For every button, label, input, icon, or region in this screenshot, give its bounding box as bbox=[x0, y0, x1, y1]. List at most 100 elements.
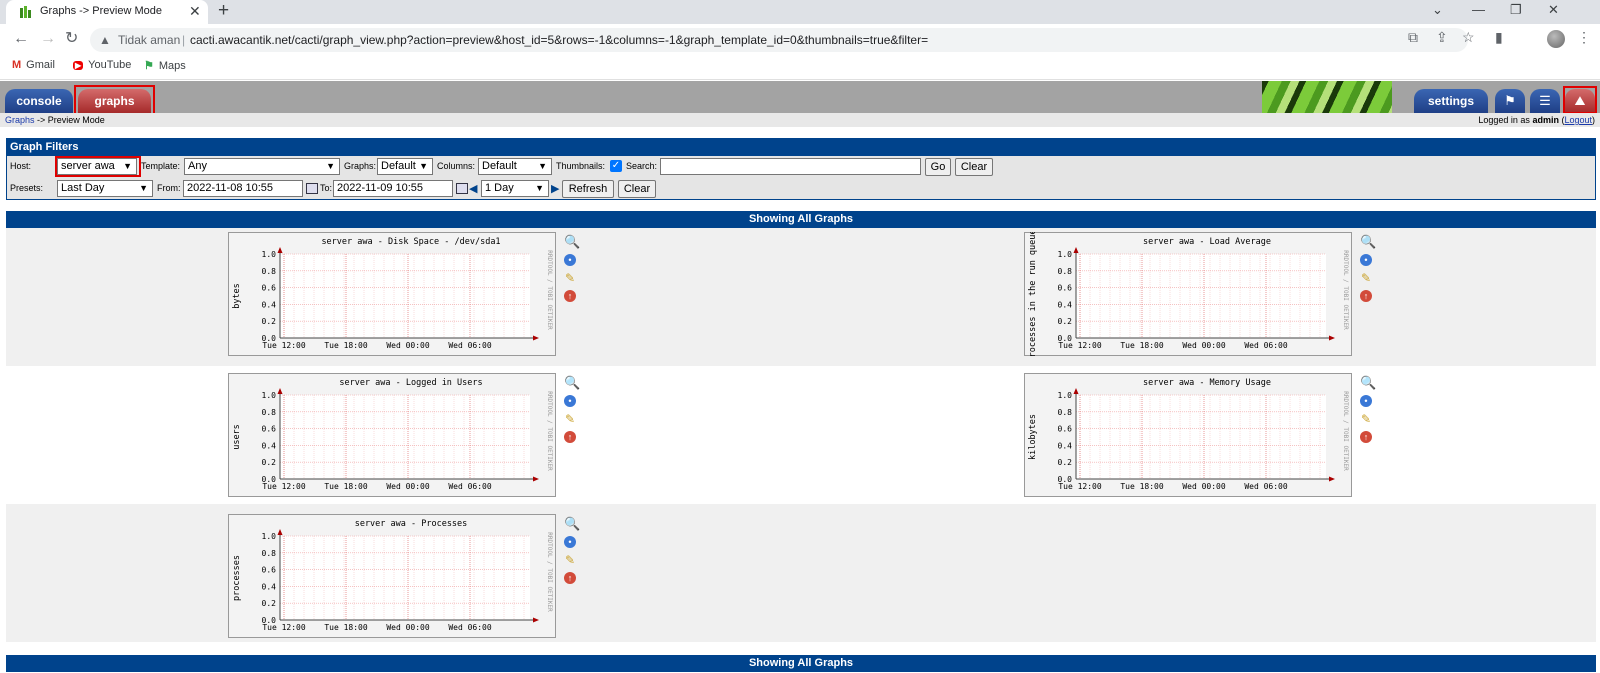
url-text[interactable]: cacti.awacantik.net/cacti/graph_view.php… bbox=[190, 33, 928, 47]
properties-icon[interactable]: • bbox=[1360, 254, 1372, 266]
profile-avatar[interactable] bbox=[1547, 30, 1565, 48]
zoom-icon[interactable]: 🔍 bbox=[1360, 235, 1376, 248]
forward-icon[interactable]: → bbox=[40, 30, 56, 48]
close-tab-icon[interactable]: ✕ bbox=[189, 3, 201, 19]
edit-wrench-icon[interactable]: ✎ bbox=[564, 272, 576, 284]
remove-icon[interactable]: ↑ bbox=[564, 572, 576, 584]
translate-icon[interactable]: ⧉ bbox=[1408, 29, 1418, 45]
go-button[interactable]: Go bbox=[925, 158, 951, 176]
y-tick-label: 0.4 bbox=[1058, 441, 1073, 450]
x-tick-label: Tue 18:00 bbox=[324, 341, 368, 350]
chevron-down-icon: ▼ bbox=[538, 161, 547, 171]
graphs-select[interactable]: Default ▼ bbox=[377, 158, 433, 175]
y-axis-label: users bbox=[232, 424, 242, 450]
refresh-button[interactable]: Refresh bbox=[562, 180, 614, 198]
graph-image[interactable]: 0.00.20.40.60.81.0Tue 12:00 Tue 18:00 Wed … bbox=[1024, 373, 1352, 497]
rrdtool-watermark: RRDTOOL / TOBI OETIKER bbox=[546, 391, 553, 471]
columns-select[interactable]: Default ▼ bbox=[478, 158, 552, 175]
thumbnails-label: Thumbnails: bbox=[556, 161, 606, 171]
minimize-icon[interactable]: — bbox=[1472, 2, 1485, 18]
y-tick-label: 0.2 bbox=[262, 599, 277, 608]
properties-icon[interactable]: • bbox=[1360, 395, 1372, 407]
edit-wrench-icon[interactable]: ✎ bbox=[1360, 413, 1372, 425]
x-tick-label: Wed 00:00 bbox=[1182, 341, 1226, 350]
bookmark-star-icon[interactable]: ☆ bbox=[1462, 29, 1475, 45]
template-select[interactable]: Any ▼ bbox=[184, 158, 340, 175]
remove-icon[interactable]: ↑ bbox=[564, 290, 576, 302]
warning-icon[interactable]: ▲ bbox=[99, 33, 111, 47]
edit-wrench-icon[interactable]: ✎ bbox=[564, 554, 576, 566]
back-icon[interactable]: ← bbox=[13, 30, 29, 48]
graph-image[interactable]: 0.00.20.40.60.81.0Tue 12:00 Tue 18:00 Wed … bbox=[228, 373, 556, 497]
remove-icon[interactable]: ↑ bbox=[1360, 290, 1372, 302]
clear-time-button[interactable]: Clear bbox=[618, 180, 656, 198]
search-input[interactable] bbox=[660, 158, 921, 175]
timeshift-select[interactable]: 1 Day ▼ bbox=[481, 180, 549, 197]
close-window-icon[interactable]: ✕ bbox=[1548, 2, 1559, 18]
security-label[interactable]: Tidak aman bbox=[118, 33, 180, 47]
omnibox[interactable]: ▲ Tidak aman | cacti.awacantik.net/cacti… bbox=[90, 28, 1468, 52]
y-tick-label: 1.0 bbox=[1058, 391, 1073, 400]
graph-thumbnail[interactable]: 0.0 0.2 0.4 0.6 0.8 1.0 Tue 12:00 Tue 18:00 Wed … bbox=[1024, 232, 1352, 356]
shift-right-icon[interactable]: ▶ bbox=[551, 182, 559, 195]
zoom-icon[interactable]: 🔍 bbox=[1360, 376, 1376, 389]
y-axis-label: kilobytes bbox=[1028, 414, 1038, 460]
presets-select[interactable]: Last Day ▼ bbox=[57, 180, 153, 197]
graph-thumbnail[interactable]: 0.0 0.2 0.4 0.6 0.8 1.0 Tue 12:00 Tue 18:00 Wed … bbox=[228, 373, 556, 497]
youtube-icon: ▶ bbox=[73, 61, 84, 70]
graph-thumbnail[interactable]: 0.0 0.2 0.4 0.6 0.8 1.0 Tue 12:00 Tue 18:00 Wed … bbox=[1024, 373, 1352, 497]
logout-link[interactable]: Logout bbox=[1564, 115, 1592, 125]
list-view-icon[interactable]: ☰ bbox=[1530, 89, 1560, 113]
reload-icon[interactable]: ↻ bbox=[65, 30, 78, 48]
new-tab-icon[interactable]: + bbox=[218, 1, 229, 21]
graph-action-icons: 🔍 • ✎ ↑ bbox=[564, 235, 580, 308]
zoom-icon[interactable]: 🔍 bbox=[564, 235, 580, 248]
side-panel-icon[interactable]: ▮ bbox=[1495, 29, 1503, 45]
zoom-icon[interactable]: 🔍 bbox=[564, 517, 580, 530]
calendar-to-icon[interactable] bbox=[456, 183, 468, 194]
maps-icon: ⚑ bbox=[144, 60, 154, 72]
highlight-box-graphs bbox=[74, 85, 155, 115]
properties-icon[interactable]: • bbox=[564, 536, 576, 548]
y-tick-label: 1.0 bbox=[262, 391, 277, 400]
x-tick-label: Tue 12:00 bbox=[1058, 482, 1102, 491]
graph-thumbnail[interactable]: 0.0 0.2 0.4 0.6 0.8 1.0 Tue 12:00 Tue 18:00 Wed … bbox=[228, 232, 556, 356]
bookmark-gmail[interactable]: M Gmail bbox=[12, 59, 55, 71]
graph-image[interactable]: 0.00.20.40.60.81.0Tue 12:00 Tue 18:00 Wed … bbox=[228, 514, 556, 638]
calendar-from-icon[interactable] bbox=[306, 183, 318, 194]
from-date-input[interactable]: 2022-11-08 10:55 bbox=[183, 180, 303, 197]
browser-tab[interactable]: Graphs -> Preview Mode ✕ bbox=[6, 0, 208, 24]
to-date-input[interactable]: 2022-11-09 10:55 bbox=[333, 180, 453, 197]
edit-wrench-icon[interactable]: ✎ bbox=[564, 413, 576, 425]
tree-view-icon[interactable]: ⚑ bbox=[1495, 89, 1525, 113]
tab-console[interactable]: console bbox=[5, 89, 73, 113]
shift-left-icon[interactable]: ◀ bbox=[469, 182, 477, 195]
rrdtool-watermark: RRDTOOL / TOBI OETIKER bbox=[1342, 250, 1349, 330]
thumbnails-checkbox[interactable]: ✓ bbox=[610, 160, 622, 172]
restore-icon[interactable]: ❐ bbox=[1510, 2, 1522, 18]
bookmark-youtube[interactable]: ▶ YouTube bbox=[73, 59, 131, 71]
menu-kebab-icon[interactable]: ⋮ bbox=[1577, 29, 1591, 45]
x-tick-label: Wed 06:00 bbox=[448, 482, 492, 491]
edit-wrench-icon[interactable]: ✎ bbox=[1360, 272, 1372, 284]
graph-canvas bbox=[280, 254, 530, 338]
breadcrumb-graphs-link[interactable]: Graphs bbox=[5, 115, 35, 125]
bookmark-maps[interactable]: ⚑ Maps bbox=[144, 59, 186, 72]
graph-action-icons: 🔍 • ✎ ↑ bbox=[564, 376, 580, 449]
bookmarks-bar: M Gmail ▶ YouTube ⚑ Maps bbox=[0, 54, 1600, 80]
graph-thumbnail[interactable]: 0.0 0.2 0.4 0.6 0.8 1.0 Tue 12:00 Tue 18:00 Wed … bbox=[228, 514, 556, 638]
showing-all-graphs-header: Showing All Graphs bbox=[6, 211, 1596, 228]
tab-search-icon[interactable]: ⌄ bbox=[1432, 2, 1443, 18]
rrdtool-watermark: RRDTOOL / TOBI OETIKER bbox=[546, 250, 553, 330]
remove-icon[interactable]: ↑ bbox=[564, 431, 576, 443]
properties-icon[interactable]: • bbox=[564, 395, 576, 407]
properties-icon[interactable]: • bbox=[564, 254, 576, 266]
graph-image[interactable]: 0.00.20.40.60.81.0Tue 12:00 Tue 18:00 Wed … bbox=[228, 232, 556, 356]
clear-button[interactable]: Clear bbox=[955, 158, 993, 176]
zoom-icon[interactable]: 🔍 bbox=[564, 376, 580, 389]
share-icon[interactable]: ⇪ bbox=[1436, 29, 1448, 45]
graph-action-icons: 🔍 • ✎ ↑ bbox=[1360, 235, 1376, 308]
graph-image[interactable]: 0.00.20.40.60.81.0Tue 12:00 Tue 18:00 Wed … bbox=[1024, 232, 1352, 356]
tab-settings[interactable]: settings bbox=[1414, 89, 1488, 113]
remove-icon[interactable]: ↑ bbox=[1360, 431, 1372, 443]
